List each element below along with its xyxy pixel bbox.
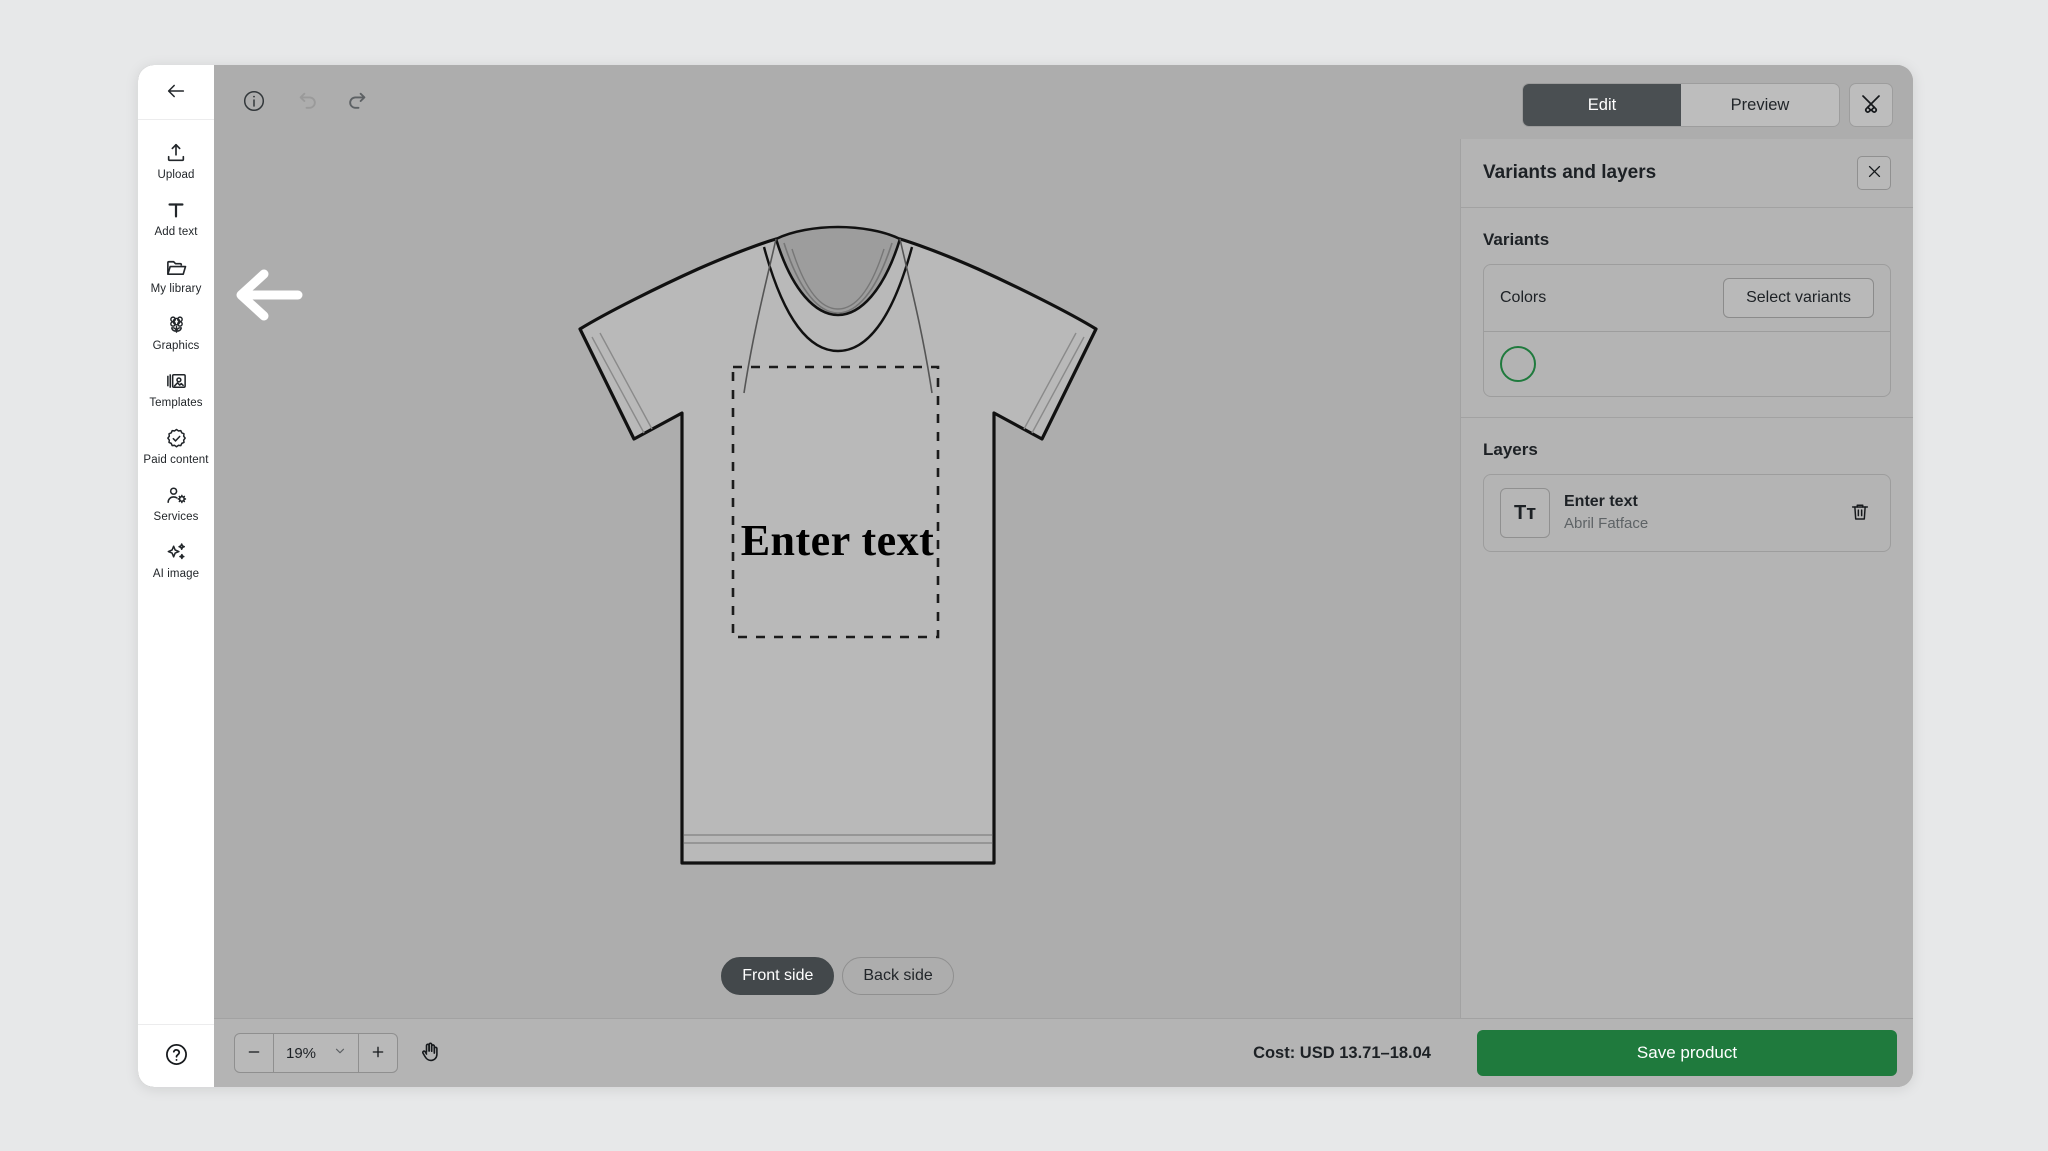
redo-button[interactable]	[344, 88, 372, 116]
select-variants-button[interactable]: Select variants	[1723, 278, 1874, 318]
sidebar-item-paid-content[interactable]: Paid content	[138, 417, 214, 474]
trash-icon	[1849, 501, 1871, 526]
text-tt-icon: Tт	[1500, 488, 1550, 538]
tab-preview[interactable]: Preview	[1681, 84, 1839, 126]
undo-icon	[294, 88, 319, 116]
redo-icon	[346, 88, 371, 116]
minus-icon	[246, 1044, 262, 1063]
sidebar-item-ai-image[interactable]: AI image	[138, 531, 214, 588]
toolbar-right-group: Edit Preview	[1522, 83, 1893, 127]
layers-heading: Layers	[1483, 440, 1538, 459]
edit-preview-toggle: Edit Preview	[1522, 83, 1840, 127]
info-button[interactable]	[240, 88, 268, 116]
layer-name: Enter text	[1564, 493, 1638, 510]
cost-label: Cost: USD 13.71–18.04	[1253, 1043, 1431, 1062]
sidebar-item-label: Services	[153, 511, 199, 523]
tab-edit[interactable]: Edit	[1523, 84, 1681, 126]
info-circle-icon	[242, 89, 266, 116]
hand-pan-icon	[418, 1040, 442, 1067]
badge-check-icon	[165, 425, 188, 451]
product-preview: Enter text	[548, 217, 1128, 902]
back-side-button[interactable]: Back side	[842, 957, 954, 995]
sidebar-back-row	[138, 65, 214, 120]
zoom-value-dropdown[interactable]: 19%	[273, 1034, 360, 1072]
person-gear-icon	[165, 482, 188, 508]
sidebar-item-add-text[interactable]: Add text	[138, 189, 214, 246]
front-side-button[interactable]: Front side	[721, 957, 835, 995]
plus-icon	[370, 1044, 386, 1063]
sidebar-item-label: Graphics	[152, 340, 200, 352]
toolbar-left-group	[214, 88, 372, 116]
variants-and-layers-panel: Variants and layers Variants Colors Sele…	[1460, 139, 1913, 1019]
layers-card: Tт Enter text Abril Fatface	[1483, 474, 1891, 552]
panel-body: Variants Colors Select variants Layers T…	[1461, 230, 1913, 552]
design-tools-icon	[1859, 92, 1883, 119]
back-button[interactable]	[162, 78, 190, 106]
sidebar-item-label: Upload	[157, 169, 195, 181]
editor-toolbar: Edit Preview	[214, 65, 1913, 139]
chevron-down-icon	[334, 1044, 346, 1062]
variants-card: Colors Select variants	[1483, 264, 1891, 397]
help-circle-icon	[164, 1042, 189, 1070]
side-toggle-group: Front side Back side	[214, 957, 1461, 995]
bottom-bar: 19% Cost: USD 13.71–18.04 Save product	[214, 1018, 1913, 1087]
pan-tool-button[interactable]	[412, 1035, 448, 1071]
zoom-level: 19%	[286, 1044, 317, 1062]
sidebar-item-upload[interactable]: Upload	[138, 132, 214, 189]
design-canvas[interactable]: Enter text	[214, 139, 1461, 1019]
sidebar-item-label: My library	[150, 283, 202, 295]
sparkles-icon	[165, 539, 188, 565]
layer-meta: Enter text Abril Fatface	[1564, 492, 1832, 534]
color-swatch-grey[interactable]	[1500, 346, 1536, 382]
folder-icon	[165, 254, 188, 280]
text-t-icon	[165, 197, 187, 223]
undo-button[interactable]	[292, 88, 320, 116]
close-icon	[1866, 163, 1883, 183]
color-swatch-row	[1484, 332, 1890, 396]
layer-font: Abril Fatface	[1564, 515, 1649, 532]
colors-row: Colors Select variants	[1484, 265, 1890, 332]
help-button[interactable]	[162, 1042, 190, 1070]
sidebar-item-graphics[interactable]: Graphics	[138, 303, 214, 360]
sidebar-item-label: Paid content	[143, 454, 209, 466]
sidebar-item-label: AI image	[152, 568, 200, 580]
left-sidebar: Upload Add text My library Graphics Temp…	[138, 65, 214, 1087]
upload-icon	[165, 140, 187, 166]
sidebar-item-label: Templates	[149, 397, 203, 409]
layer-row[interactable]: Tт Enter text Abril Fatface	[1484, 475, 1890, 551]
variants-heading: Variants	[1483, 230, 1550, 249]
design-text-element[interactable]: Enter text	[548, 515, 1128, 566]
editor-stage: Edit Preview Enter text Front side Back …	[214, 65, 1913, 1087]
panel-close-button[interactable]	[1857, 156, 1891, 190]
templates-icon	[165, 368, 188, 394]
panel-header: Variants and layers	[1461, 139, 1913, 208]
arrow-left-icon	[165, 80, 187, 105]
sidebar-item-services[interactable]: Services	[138, 474, 214, 531]
panel-title: Variants and layers	[1483, 162, 1657, 183]
panel-section-divider	[1461, 417, 1913, 418]
colors-label: Colors	[1500, 289, 1547, 306]
screen: Upload Add text My library Graphics Temp…	[0, 0, 2048, 1151]
app-window: Upload Add text My library Graphics Temp…	[138, 65, 1913, 1087]
delete-layer-button[interactable]	[1846, 499, 1874, 527]
sidebar-help-row	[138, 1024, 214, 1087]
save-product-button[interactable]: Save product	[1477, 1030, 1897, 1076]
zoom-in-button[interactable]	[359, 1034, 397, 1072]
sidebar-item-templates[interactable]: Templates	[138, 360, 214, 417]
sidebar-items: Upload Add text My library Graphics Temp…	[138, 120, 214, 588]
graphics-flower-icon	[165, 311, 188, 337]
tshirt-front-illustration	[548, 225, 1128, 901]
sidebar-item-my-library[interactable]: My library	[138, 246, 214, 303]
design-tools-button[interactable]	[1849, 83, 1893, 127]
zoom-control: 19%	[234, 1033, 399, 1073]
sidebar-item-label: Add text	[154, 226, 198, 238]
zoom-out-button[interactable]	[235, 1034, 273, 1072]
